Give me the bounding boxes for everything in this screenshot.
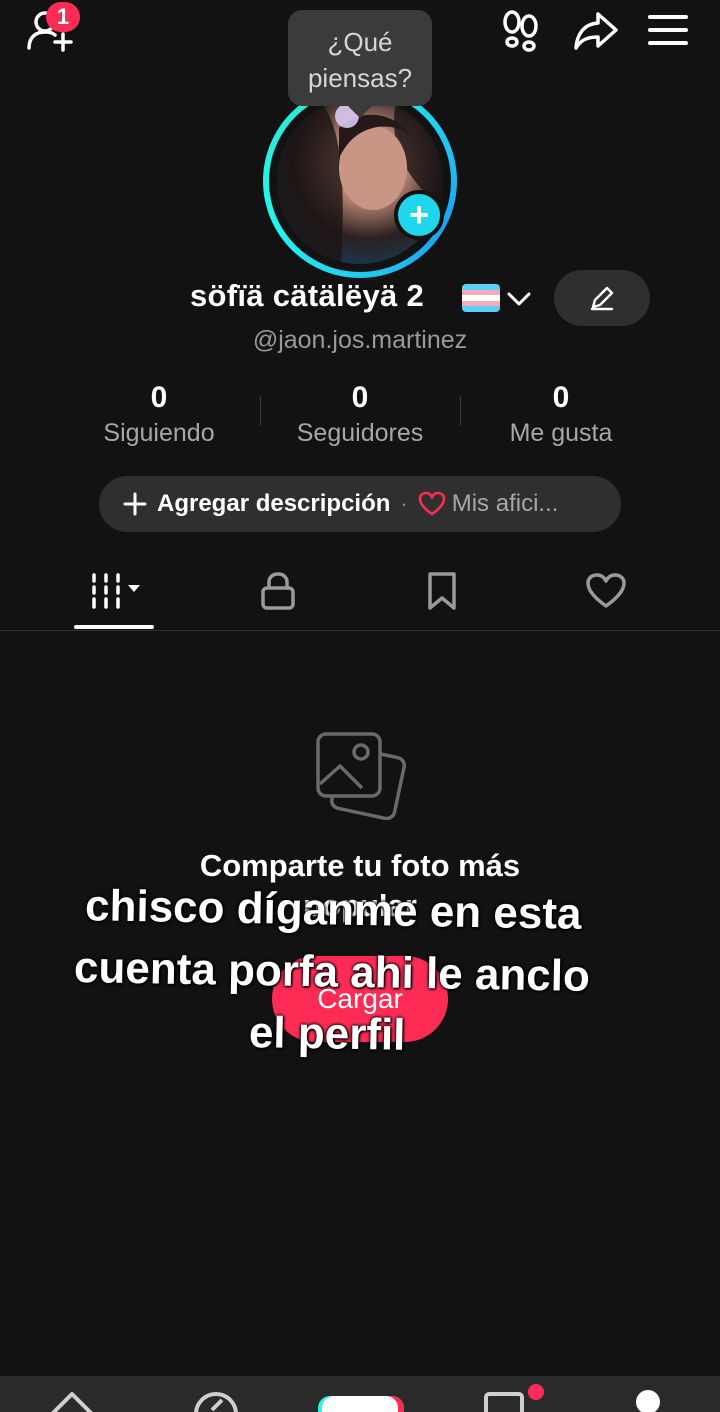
username: @jaon.jos.martinez [252, 326, 468, 354]
nav-home[interactable] [46, 1388, 98, 1412]
nav-discover[interactable] [192, 1388, 240, 1412]
add-description-link[interactable]: Agregar descripción [157, 490, 390, 518]
tab-divider [0, 630, 720, 631]
overlay-line-2: cuenta porfa ahi le anclo [73, 943, 591, 1002]
account-switch-chevron[interactable] [506, 286, 532, 317]
share-icon [574, 12, 618, 50]
overlay-line-1: chisco díganme en esta [84, 881, 582, 939]
followers-count: 0 [351, 381, 369, 414]
tab-private[interactable] [238, 566, 318, 616]
compass-icon [194, 1392, 238, 1412]
chevron-down-icon [507, 292, 531, 306]
following-count: 0 [150, 381, 168, 414]
footprints-button[interactable] [494, 8, 546, 52]
display-name: söfïä cätälëyä 2 [190, 278, 424, 313]
bottom-nav [0, 1376, 720, 1412]
followers-label: Seguidores [296, 419, 424, 447]
following-label: Siguiendo [103, 419, 215, 447]
share-button[interactable] [570, 8, 622, 52]
overlay-caption: chisco díganme en esta cuenta porfa ahi … [58, 875, 661, 1071]
inbox-icon [484, 1392, 524, 1412]
bookmark-icon [428, 572, 456, 610]
grid-icon [92, 573, 140, 609]
nav-inbox[interactable] [482, 1390, 526, 1412]
pencil-icon [590, 286, 614, 311]
heart-icon [418, 491, 446, 516]
photo-icon [314, 730, 407, 825]
tab-liked[interactable] [566, 566, 646, 616]
hobbies-link[interactable]: Mis afici... [452, 490, 559, 518]
footprints-icon [503, 10, 538, 52]
heart-outline-icon [586, 573, 626, 608]
active-tab-indicator [74, 625, 154, 629]
nav-profile[interactable] [636, 1390, 660, 1412]
notification-badge: 1 [46, 2, 80, 32]
bio-pill[interactable]: Agregar descripción · Mis afici... [99, 476, 621, 532]
edit-profile-button[interactable] [554, 270, 650, 326]
trans-flag-icon [462, 284, 500, 312]
tab-videos[interactable] [74, 566, 154, 616]
bio-separator: · [400, 491, 408, 516]
likes-stat[interactable]: 0 Me gusta [461, 380, 661, 450]
add-story-button[interactable]: + [394, 190, 444, 240]
tab-saved[interactable] [402, 566, 482, 616]
menu-button[interactable] [642, 8, 694, 52]
nav-create[interactable] [318, 1396, 404, 1412]
plus-icon [123, 492, 147, 516]
following-stat[interactable]: 0 Siguiendo [59, 380, 259, 450]
followers-stat[interactable]: 0 Seguidores [260, 380, 460, 450]
likes-count: 0 [552, 381, 570, 414]
overlay-line-3: el perfil [248, 1008, 406, 1060]
lock-icon [261, 572, 295, 610]
hamburger-menu-icon [648, 15, 688, 45]
inbox-notification-dot [528, 1384, 544, 1400]
likes-label: Me gusta [509, 419, 613, 447]
home-icon [51, 1392, 93, 1412]
create-plus-icon [318, 1396, 404, 1412]
thought-bubble[interactable]: ¿Qué piensas? [288, 10, 432, 118]
